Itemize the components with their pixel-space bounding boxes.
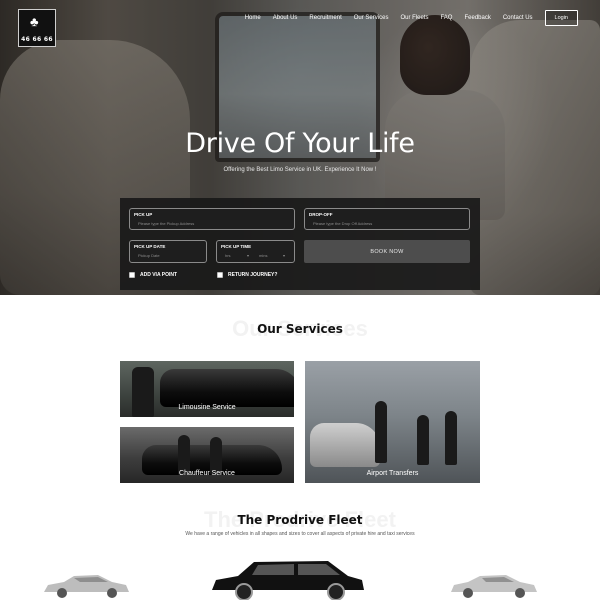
return-journey-checkbox[interactable]: RETURN JOURNEY?: [217, 272, 277, 278]
nav-our-fleets[interactable]: Our Fleets: [400, 15, 428, 21]
add-via-point-checkbox[interactable]: ADD VIA POINT: [129, 272, 177, 278]
pickup-placeholder: Please type the Pickup Address: [138, 221, 195, 226]
service-caption: Limousine Service: [178, 404, 236, 411]
chevron-down-icon: ▾: [247, 253, 250, 258]
nav-home[interactable]: Home: [245, 15, 261, 21]
services-title: Our Services: [257, 322, 343, 336]
nav-feedback[interactable]: Feedback: [464, 15, 490, 21]
hero-subtitle: Offering the Best Limo Service in UK. Ex…: [223, 167, 377, 173]
fleet-car-silver-left[interactable]: [40, 568, 132, 600]
booking-form: PICK UP Please type the Pickup Address D…: [120, 198, 480, 290]
chevron-down-icon: ▾: [283, 253, 286, 258]
fleet-car-black-estate[interactable]: [208, 556, 368, 600]
return-journey-label: RETURN JOURNEY?: [228, 272, 278, 278]
fleet-title: The Prodrive Fleet: [237, 513, 363, 527]
service-caption: Chauffeur Service: [179, 470, 235, 477]
service-card-limousine[interactable]: Limousine Service: [120, 361, 294, 417]
nav-faq[interactable]: FAQ: [440, 15, 452, 21]
hours-select[interactable]: hrs: [225, 253, 231, 258]
dropoff-label: DROP-OFF: [309, 212, 333, 217]
dropoff-field[interactable]: DROP-OFF Please type the Drop Off Addres…: [304, 208, 470, 230]
pickup-date-label: PICK UP DATE: [134, 244, 166, 249]
add-via-point-label: ADD VIA POINT: [140, 272, 178, 278]
brand-phone: 46 66 66: [21, 36, 53, 43]
fleet-subtitle: We have a range of vehicles in all shape…: [185, 531, 415, 537]
pickup-time-label: PICK UP TIME: [221, 244, 252, 249]
hero-title: Drive Of Your Life: [185, 128, 415, 159]
pickup-label: PICK UP: [134, 212, 153, 217]
checkbox-icon: [217, 272, 223, 278]
book-now-button[interactable]: BOOK NOW: [304, 240, 470, 263]
service-caption: Airport Transfers: [366, 470, 419, 477]
pickup-field[interactable]: PICK UP Please type the Pickup Address: [129, 208, 295, 230]
minutes-select[interactable]: mins: [259, 253, 267, 258]
nav-our-services[interactable]: Our Services: [354, 15, 389, 21]
login-button[interactable]: Login: [544, 10, 578, 26]
pickup-date-field[interactable]: PICK UP DATE Pickup Date: [129, 240, 207, 263]
nav-contact-us[interactable]: Contact Us: [503, 15, 533, 21]
dropoff-placeholder: Please type the Drop Off Address: [313, 221, 373, 226]
checkbox-icon: [129, 272, 135, 278]
pickup-time-field[interactable]: PICK UP TIME hrs ▾ mins ▾: [216, 240, 295, 263]
service-card-airport[interactable]: Airport Transfers: [305, 361, 480, 483]
nav-recruitment[interactable]: Recruitment: [309, 15, 341, 21]
hero-banner: ♣ 46 66 66 Home About Us Recruitment Our…: [0, 0, 600, 295]
nav-about-us[interactable]: About Us: [273, 15, 298, 21]
main-nav: Home About Us Recruitment Our Services O…: [233, 10, 578, 26]
fleet-car-silver-right[interactable]: [448, 568, 540, 600]
service-card-chauffeur[interactable]: Chauffeur Service: [120, 427, 294, 483]
pickup-date-placeholder: Pickup Date: [138, 253, 160, 258]
car-logo-icon: ♣: [30, 14, 39, 29]
brand-logo[interactable]: ♣ 46 66 66: [18, 9, 56, 47]
